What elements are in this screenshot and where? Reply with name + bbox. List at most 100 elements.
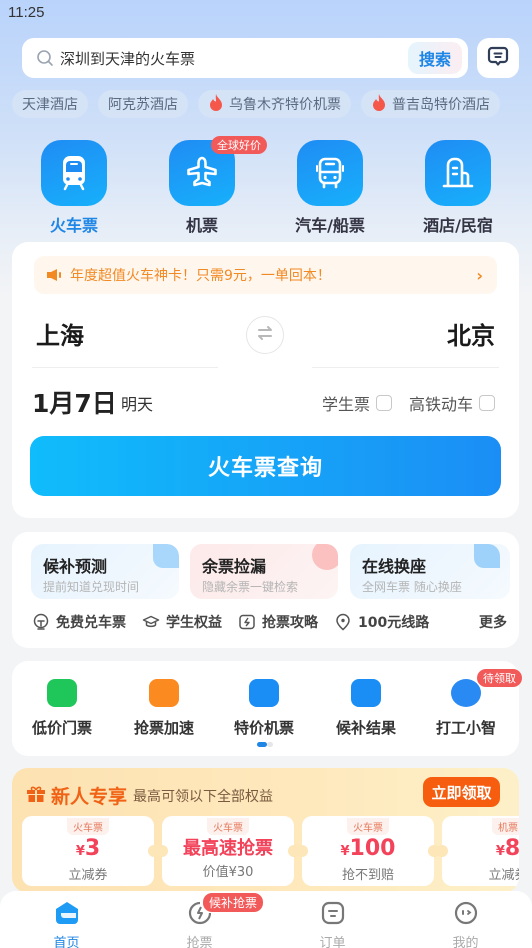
- gift-icon: [26, 785, 46, 807]
- coupon-currency: ¥: [495, 844, 505, 859]
- chip-label: 普吉岛特价酒店: [392, 97, 490, 113]
- coupon-tag: 火车票: [67, 818, 109, 835]
- chip-label: 乌鲁木齐特价机票: [229, 97, 341, 113]
- tool-label: 抢票加速: [133, 719, 194, 737]
- category-train[interactable]: 火车票: [10, 140, 138, 236]
- coupon-currency: ¥: [75, 844, 85, 859]
- chevron-right-icon: ›: [476, 265, 483, 285]
- option-label: 学生票: [322, 395, 371, 414]
- quick-links: 免费兑车票 学生权益 抢票攻略 100元线路 更多: [32, 612, 507, 632]
- highspeed-checkbox[interactable]: [479, 395, 496, 411]
- coupon-desc: 立减券: [68, 868, 108, 883]
- category-label: 酒店/民宿: [423, 216, 493, 235]
- graduation-cap-icon: [142, 613, 160, 631]
- feature-title: 余票捡漏: [202, 557, 267, 576]
- category-label: 机票: [185, 216, 218, 235]
- search-trains-button[interactable]: 火车票查询: [30, 436, 501, 496]
- chip-label: 阿克苏酒店: [108, 97, 178, 113]
- hot-search-chips: 天津酒店 阿克苏酒店 乌鲁木齐特价机票 普吉岛特价酒店: [12, 90, 500, 118]
- feature-change-seat[interactable]: 在线换座 全网车票 随心换座: [350, 544, 510, 599]
- carousel-dot-active: [257, 742, 267, 747]
- coupon-tag: 火车票: [207, 818, 249, 835]
- quick-link-student[interactable]: 学生权益: [142, 612, 222, 632]
- hot-chip[interactable]: 普吉岛特价酒店: [361, 90, 500, 118]
- from-city[interactable]: 上海: [36, 316, 84, 351]
- feature-subtitle: 隐藏余票一键检索: [202, 580, 299, 594]
- carousel-dot: [267, 742, 273, 747]
- tab-grab-tickets[interactable]: 抢票 候补抢票: [133, 891, 266, 948]
- tool-label: 候补结果: [335, 719, 396, 737]
- feature-leftover-tickets[interactable]: 余票捡漏 隐藏余票一键检索: [190, 544, 338, 599]
- option-label: 高铁动车: [409, 395, 474, 414]
- tab-orders[interactable]: 订单: [266, 891, 399, 948]
- promo-notice[interactable]: 年度超值火车神卡！只需9元，一单回本！ ›: [34, 256, 497, 294]
- departure-date[interactable]: 1月7日: [32, 384, 117, 420]
- claim-button[interactable]: 立即领取: [423, 777, 500, 807]
- tab-profile[interactable]: 我的: [399, 891, 532, 948]
- message-button[interactable]: [477, 38, 519, 78]
- fire-icon: [208, 93, 224, 115]
- coupon-notch: [156, 845, 168, 857]
- category-bus[interactable]: 汽车/船票: [266, 140, 394, 236]
- coupon-card[interactable]: 机票 ¥8 立减券: [442, 816, 519, 886]
- link-label: 抢票攻略: [262, 615, 318, 631]
- hot-chip[interactable]: 阿克苏酒店: [98, 90, 188, 118]
- carousel-indicator: [257, 742, 273, 747]
- coupon-value: 最高速抢票: [183, 838, 273, 859]
- tools-card: 低价门票 抢票加速 特价机票 候补结果 打工小智 待领取: [12, 661, 522, 756]
- home-icon: [54, 901, 80, 929]
- coupon-notch: [436, 845, 448, 857]
- student-checkbox[interactable]: [376, 395, 393, 411]
- scenic-ticket-icon: [47, 679, 77, 707]
- search-icon: [36, 49, 54, 67]
- seat-icon: [474, 544, 500, 568]
- search-input[interactable]: 深圳到天津的火车票: [60, 48, 195, 69]
- more-link[interactable]: 更多: [479, 612, 507, 632]
- coupon-card[interactable]: 火车票 ¥100 抢不到赔: [302, 816, 434, 886]
- student-ticket-option[interactable]: 学生票: [322, 391, 393, 415]
- highspeed-option[interactable]: 高铁动车: [409, 391, 496, 415]
- notice-text: 年度超值火车神卡！只需9元，一单回本！: [70, 268, 331, 284]
- trend-icon: [153, 544, 179, 568]
- tool-speed-up[interactable]: 抢票加速: [119, 679, 209, 738]
- tool-robot-assistant[interactable]: 打工小智 待领取: [421, 669, 522, 738]
- coupon-desc: 价值¥30: [202, 865, 254, 880]
- tool-label: 低价门票: [31, 719, 92, 737]
- quick-link-free-ticket[interactable]: 免费兑车票: [32, 612, 126, 632]
- to-city[interactable]: 北京: [447, 316, 495, 351]
- coupon-card[interactable]: 火车票 最高速抢票 价值¥30: [162, 816, 294, 886]
- divider: [312, 367, 499, 368]
- promo-badge: 全球好价: [211, 136, 267, 154]
- quick-link-routes[interactable]: 100元线路: [334, 612, 429, 632]
- profile-icon: [453, 901, 479, 929]
- new-user-benefits-card: 新人专享 最高可领以下全部权益 立即领取 火车票 ¥3 立减券 火车票 最高速抢…: [12, 768, 519, 893]
- new-user-subtitle: 最高可领以下全部权益: [133, 788, 274, 805]
- tool-label: 特价机票: [233, 719, 294, 737]
- category-flight[interactable]: 机票 全球好价: [138, 136, 267, 236]
- new-user-title: 新人专享: [51, 786, 128, 808]
- category-nav: 火车票 机票 全球好价 汽车/船票 酒店/民宿: [0, 136, 532, 236]
- swap-cities-button[interactable]: [246, 316, 284, 354]
- hot-chip[interactable]: 乌鲁木齐特价机票: [198, 90, 351, 118]
- search-button[interactable]: 搜索: [408, 42, 462, 74]
- category-label: 汽车/船票: [295, 216, 365, 235]
- feature-subtitle: 提前知道兑现时间: [43, 580, 140, 594]
- speed-up-icon: [149, 679, 179, 707]
- feature-title: 候补预测: [43, 557, 108, 576]
- link-label: 学生权益: [166, 615, 222, 631]
- tool-scenic-tickets[interactable]: 低价门票: [17, 679, 107, 738]
- tab-label: 我的: [452, 936, 479, 948]
- hot-chip[interactable]: 天津酒店: [12, 90, 88, 118]
- link-label: 免费兑车票: [56, 615, 126, 631]
- tab-home[interactable]: 首页: [0, 891, 133, 948]
- tool-waitlist-results[interactable]: 候补结果: [321, 679, 411, 738]
- swap-icon: [256, 324, 274, 346]
- feature-waitlist-predict[interactable]: 候补预测 提前知道兑现时间: [31, 544, 179, 599]
- order-icon: [320, 901, 346, 929]
- category-hotel[interactable]: 酒店/民宿: [394, 140, 522, 236]
- search-bar[interactable]: 深圳到天津的火车票 搜索: [22, 38, 468, 78]
- quick-link-guide[interactable]: 抢票攻略: [238, 612, 318, 632]
- tab-label: 首页: [53, 936, 80, 948]
- coupon-card[interactable]: 火车票 ¥3 立减券: [22, 816, 154, 886]
- tool-cheap-flights[interactable]: 特价机票: [219, 679, 309, 738]
